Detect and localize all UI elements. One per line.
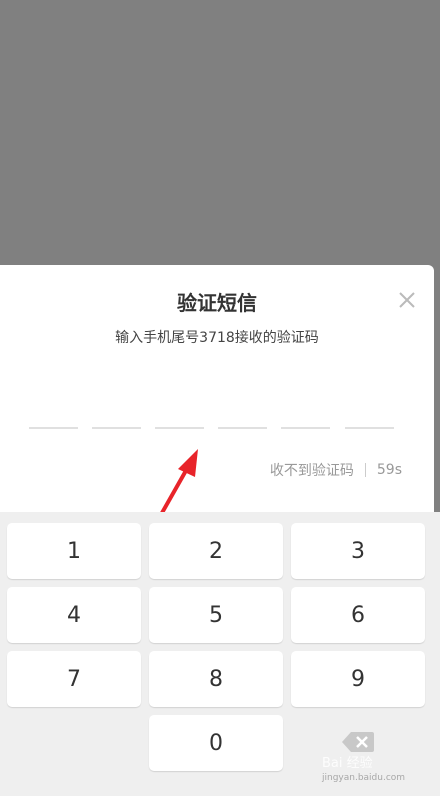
countdown-timer: 59s	[376, 462, 402, 478]
key-6[interactable]: 6	[291, 587, 425, 643]
code-box-3[interactable]	[155, 427, 204, 429]
dialog-title: 验证短信	[177, 291, 257, 315]
code-box-1[interactable]	[29, 427, 78, 429]
key-8[interactable]: 8	[149, 651, 283, 707]
baidu-watermark: Bai 经验 jingyan.baidu.com	[322, 752, 405, 783]
key-2[interactable]: 2	[149, 523, 283, 579]
code-box-6[interactable]	[345, 427, 394, 429]
watermark-text: Bai 经验	[322, 756, 373, 771]
resend-link[interactable]: 收不到验证码	[270, 460, 354, 480]
key-4[interactable]: 4	[7, 587, 141, 643]
key-5[interactable]: 5	[149, 587, 283, 643]
sms-verify-dialog: 验证短信 输入手机尾号3718接收的验证码 收不到验证码 59s	[0, 265, 434, 515]
resend-row: 收不到验证码 59s	[270, 460, 402, 480]
code-input-boxes[interactable]	[29, 427, 394, 431]
code-box-2[interactable]	[92, 427, 141, 429]
divider	[364, 463, 366, 477]
key-0[interactable]: 0	[149, 715, 283, 771]
close-icon[interactable]	[394, 287, 420, 313]
dialog-subtitle: 输入手机尾号3718接收的验证码	[115, 330, 319, 346]
key-9[interactable]: 9	[291, 651, 425, 707]
backspace-icon[interactable]	[341, 730, 375, 754]
key-7[interactable]: 7	[7, 651, 141, 707]
code-box-5[interactable]	[281, 427, 330, 429]
key-3[interactable]: 3	[291, 523, 425, 579]
watermark-url: jingyan.baidu.com	[322, 773, 406, 783]
code-box-4[interactable]	[218, 427, 267, 429]
key-1[interactable]: 1	[7, 523, 141, 579]
